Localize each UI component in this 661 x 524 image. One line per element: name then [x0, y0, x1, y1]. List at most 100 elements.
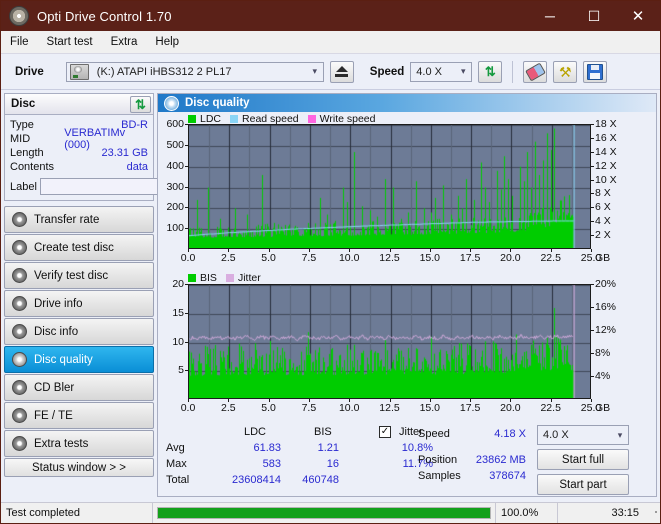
disc-info-rows: Type BD-R MID VERBATIMv (000) Length 23.… [5, 115, 243, 200]
x-axis-tick-label: 10.0 [338, 252, 360, 264]
eraser-icon [524, 62, 546, 81]
app-window: Opti Drive Control 1.70 ─ ☐ ✕ File Start… [0, 0, 661, 524]
x-axis-tick [429, 399, 431, 402]
maximize-button[interactable]: ☐ [572, 1, 616, 31]
x-axis-tick-label: 2.5 [220, 402, 236, 414]
y-axis-tick [185, 165, 188, 167]
x-axis-tick-label: 17.5 [459, 252, 481, 264]
x-axis-tick [591, 399, 592, 402]
start-part-button[interactable]: Start part [537, 474, 629, 495]
disc-icon [12, 296, 27, 311]
speed-select[interactable]: 4.0 X ▾ [410, 61, 473, 82]
x-axis-tick [470, 249, 472, 252]
position-label: Position [418, 454, 458, 466]
test-controls: Speed 4.18 X Position 23862 MB Samples 3… [414, 425, 650, 496]
samples-label: Samples [418, 470, 461, 482]
sidebar-item-transfer-rate[interactable]: Transfer rate [4, 206, 154, 233]
chevron-down-icon: ▾ [461, 66, 466, 76]
tools-button[interactable]: ⚒ [553, 60, 578, 83]
sidebar-item-drive-info[interactable]: Drive info [4, 290, 154, 317]
stats-max-ldc: 583 [262, 458, 281, 470]
sidebar-item-disc-info[interactable]: Disc info [4, 318, 154, 345]
y2-axis-tick [591, 151, 594, 153]
save-icon [587, 63, 604, 80]
y2-axis-tick [591, 235, 594, 237]
sidebar-item-label: CD Bler [34, 381, 75, 394]
stats-total-ldc: 23608414 [232, 474, 281, 486]
sidebar-item-cd-bler[interactable]: CD Bler [4, 374, 154, 401]
disc-label-key: Label [10, 180, 37, 193]
disc-row-value: data [126, 161, 148, 173]
test-speed-value: 4.0 X [543, 429, 569, 441]
x-axis-tick-label: 0.0 [180, 252, 196, 264]
ldc-chart-plot[interactable] [188, 124, 591, 249]
elapsed-time: 33:15 [611, 507, 639, 519]
sidebar-item-label: FE / TE [34, 409, 73, 422]
y-axis-tick-label: 200 [166, 201, 184, 214]
sidebar-item-disc-quality[interactable]: Disc quality [4, 346, 154, 373]
erase-button[interactable] [523, 60, 548, 83]
disc-icon [12, 212, 27, 227]
y2-axis-tick-label: 2 X [595, 229, 611, 242]
stats-row-max-label: Max [166, 458, 187, 470]
bis-chart-canvas [189, 285, 590, 398]
x-axis-tick [591, 249, 592, 252]
resize-grip[interactable] [644, 510, 660, 516]
menu-bar: File Start test Extra Help [1, 31, 660, 54]
save-button[interactable] [583, 60, 608, 83]
minimize-button[interactable]: ─ [528, 1, 572, 31]
disc-icon [164, 95, 179, 111]
y2-axis-tick-label: 20% [595, 278, 617, 290]
eject-icon [335, 66, 348, 72]
disc-icon [12, 408, 27, 423]
test-speed-select[interactable]: 4.0 X ▾ [537, 425, 629, 445]
eject-button[interactable] [329, 60, 354, 83]
start-full-button[interactable]: Start full [537, 449, 629, 470]
checkbox-box: ✓ [379, 426, 391, 438]
y2-axis-tick-label: 12 X [595, 159, 617, 172]
drive-select[interactable]: (K:) ATAPI iHBS312 2 PL17 ▾ [65, 61, 324, 82]
stats-row-total-label: Total [166, 474, 190, 486]
menu-item-file[interactable]: File [1, 33, 38, 51]
sidebar: Disc ⇅ Type BD-R MID VERBATIMv (000) Len… [1, 90, 243, 480]
sidebar-item-extra-tests[interactable]: Extra tests [4, 430, 154, 457]
sidebar-item-verify-test-disc[interactable]: Verify test disc [4, 262, 154, 289]
menu-item-extra[interactable]: Extra [102, 33, 147, 51]
x-axis-tick-label: 15.0 [419, 402, 441, 414]
sidebar-item-fe-te[interactable]: FE / TE [4, 402, 154, 429]
sidebar-item-create-test-disc[interactable]: Create test disc [4, 234, 154, 261]
bis-chart-plot[interactable] [188, 284, 591, 399]
y-axis-tick [185, 341, 188, 343]
ldc-chart-canvas [189, 125, 590, 248]
sidebar-item-label: Disc info [34, 325, 79, 338]
disc-info-box: Disc ⇅ Type BD-R MID VERBATIMv (000) Len… [4, 93, 243, 201]
disc-icon [12, 380, 27, 395]
y2-axis-tick [591, 137, 594, 139]
y2-axis-tick [591, 207, 594, 209]
refresh-drive-button[interactable]: ⇅ [478, 60, 503, 83]
y2-axis-tick-label: 8% [595, 347, 611, 359]
y2-axis-tick [591, 353, 594, 354]
jitter-checkbox[interactable]: ✓ [379, 425, 391, 438]
bis-chart-legend: BIS Jitter [188, 272, 266, 284]
x-axis-tick-label: 20.0 [500, 252, 521, 264]
disc-row-key: MID [10, 133, 31, 145]
disc-refresh-button[interactable]: ⇅ [130, 95, 151, 113]
position-value: 23862 MB [475, 454, 526, 466]
menu-item-help[interactable]: Help [146, 33, 188, 51]
legend-label-read-speed: Read speed [242, 113, 299, 125]
x-axis-tick-label: 0.0 [180, 402, 196, 414]
y2-axis-tick [591, 330, 594, 331]
x-axis-tick [268, 399, 270, 402]
y2-axis-tick-label: 14 X [595, 145, 617, 158]
status-window-button[interactable]: Status window > > [4, 458, 154, 477]
menu-item-start-test[interactable]: Start test [38, 33, 102, 51]
close-button[interactable]: ✕ [616, 1, 660, 31]
sidebar-item-label: Extra tests [34, 437, 89, 450]
y-axis-tick [185, 312, 188, 314]
stats-max-bis: 16 [326, 458, 339, 470]
sidebar-item-label: Disc quality [34, 353, 93, 366]
speed-select-value: 4.0 X [416, 65, 442, 78]
legend-swatch-bis [188, 274, 196, 282]
progress-percent: 100.0% [496, 503, 558, 523]
